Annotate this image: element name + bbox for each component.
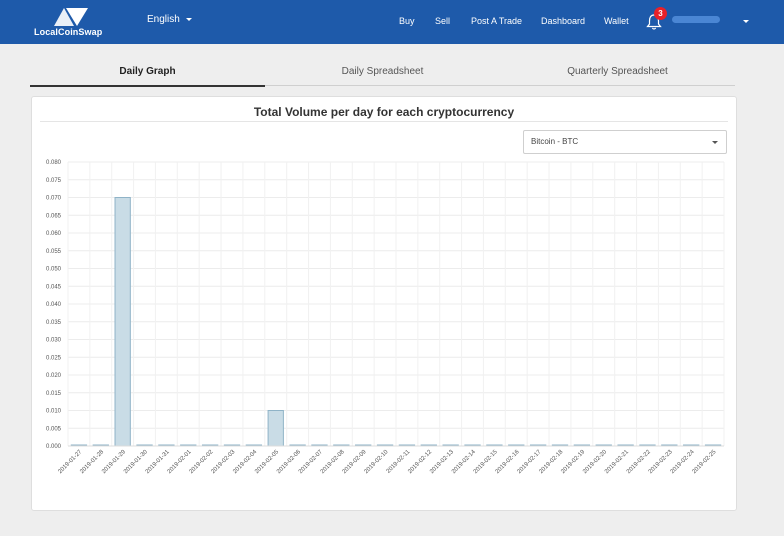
y-tick-label: 0.070 <box>46 196 62 202</box>
chevron-down-icon <box>712 141 718 144</box>
nav-buy-link[interactable]: Buy <box>399 16 415 26</box>
title-divider <box>40 121 728 122</box>
y-tick-label: 0.000 <box>46 444 62 450</box>
y-tick-label: 0.025 <box>46 355 62 361</box>
brand-logo[interactable]: LocalCoinSwap <box>30 6 110 40</box>
report-tabs: Daily Graph Daily Spreadsheet Quarterly … <box>30 58 735 87</box>
bar-2019-01-29 <box>114 197 131 447</box>
y-tick-label: 0.045 <box>46 284 62 290</box>
y-tick-label: 0.060 <box>46 231 62 237</box>
logo-mark-icon <box>54 8 88 26</box>
tab-daily-graph[interactable]: Daily Graph <box>30 58 265 87</box>
y-tick-label: 0.065 <box>46 213 62 219</box>
y-tick-label: 0.010 <box>46 409 62 415</box>
top-navbar: LocalCoinSwap English Buy Sell Post A Tr… <box>0 0 784 44</box>
y-tick-label: 0.020 <box>46 373 62 379</box>
y-tick-label: 0.015 <box>46 391 62 397</box>
x-tick-label: 2019-02-25 <box>692 449 718 475</box>
currency-select-value: Bitcoin - BTC <box>531 137 579 146</box>
nav-wallet-link[interactable]: Wallet <box>604 16 629 26</box>
tab-quarterly-spreadsheet[interactable]: Quarterly Spreadsheet <box>500 58 735 86</box>
language-label: English <box>147 14 180 25</box>
nav-post-trade-link[interactable]: Post A Trade <box>471 16 522 26</box>
brand-name: LocalCoinSwap <box>34 27 103 37</box>
tab-daily-spreadsheet[interactable]: Daily Spreadsheet <box>265 58 500 86</box>
y-tick-label: 0.075 <box>46 178 62 184</box>
nav-dashboard-link[interactable]: Dashboard <box>541 16 585 26</box>
notification-count-badge: 3 <box>654 7 667 20</box>
user-menu[interactable] <box>672 16 720 23</box>
y-tick-label: 0.005 <box>46 426 62 432</box>
chart-title: Total Volume per day for each cryptocurr… <box>253 105 515 119</box>
y-tick-label: 0.040 <box>46 302 62 308</box>
volume-bar-chart: 0.000 0.005 0.010 0.015 0.020 0.025 0.030 0.035… <box>46 160 725 475</box>
y-tick-label: 0.050 <box>46 267 62 273</box>
currency-select[interactable]: Bitcoin - BTC <box>523 130 727 154</box>
y-tick-label: 0.035 <box>46 320 62 326</box>
notifications-button[interactable]: 3 <box>646 7 667 32</box>
y-tick-label: 0.080 <box>46 160 62 166</box>
y-tick-label: 0.030 <box>46 338 62 344</box>
chevron-down-icon <box>185 17 192 21</box>
nav-sell-link[interactable]: Sell <box>435 16 450 26</box>
user-chevron-down-icon[interactable] <box>743 20 749 23</box>
language-selector[interactable]: English <box>147 14 192 25</box>
bar-2019-02-05 <box>267 410 284 447</box>
y-tick-label: 0.055 <box>46 249 62 255</box>
chart-card: 0.000 0.005 0.010 0.015 0.020 0.025 0.030 0.035… <box>31 96 737 511</box>
